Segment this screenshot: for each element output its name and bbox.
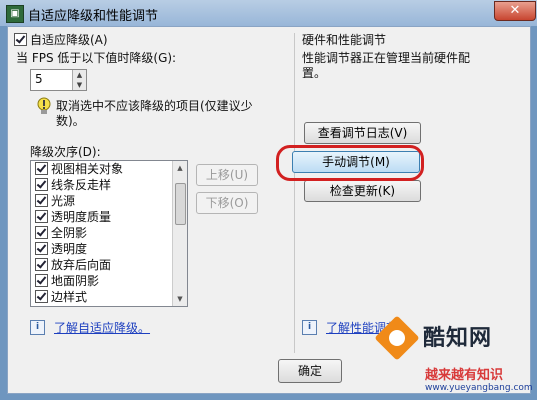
list-item[interactable]: 透明度: [31, 241, 187, 257]
close-button[interactable]: ✕: [494, 1, 536, 21]
list-item-label: 边样式: [51, 290, 88, 304]
list-item-label: 全阴影: [51, 226, 88, 240]
lightbulb-icon: [37, 97, 51, 114]
view-tuning-log-button[interactable]: 查看调节日志(V): [304, 122, 421, 144]
degradation-order-list[interactable]: 视图相关对象 线条反走样光源透明度质量全阴影透明度放弃后向面地面阴影边样式 ▲ ▼: [30, 160, 188, 307]
move-up-button[interactable]: 上移(U): [196, 164, 258, 186]
checkbox-checked-icon: [14, 33, 27, 46]
spinner-arrows[interactable]: ▲ ▼: [72, 70, 86, 90]
learn-adaptive-degradation-link[interactable]: 了解自适应降级。: [54, 319, 150, 336]
annotation-highlight-ring: [276, 145, 424, 181]
checkbox-checked-icon[interactable]: [35, 162, 48, 175]
status-text-line: 置。: [302, 66, 327, 80]
list-item-label: 线条反走样: [51, 178, 112, 192]
fps-threshold-label: 当 FPS 低于以下值时降级(G):: [16, 51, 177, 65]
degradation-order-label: 降级次序(D):: [30, 145, 101, 159]
window-title: 自适应降级和性能调节: [28, 9, 159, 24]
adaptive-degradation-checkbox[interactable]: 自适应降级(A): [14, 31, 108, 48]
list-item[interactable]: 光源: [31, 193, 187, 209]
watermark-logo-dot: [389, 330, 405, 346]
list-scrollbar[interactable]: ▲ ▼: [172, 161, 187, 306]
tip-text-line: 取消选中不应该降级的项目(仅建议少: [56, 99, 253, 113]
watermark-title: 酷知网: [423, 326, 493, 351]
list-item[interactable]: 全阴影: [31, 225, 187, 241]
watermark-url: www.yueyangbang.com: [425, 383, 533, 393]
list-item[interactable]: 地面阴影: [31, 273, 187, 289]
fps-spinner[interactable]: 5 ▲ ▼: [30, 69, 87, 91]
app-icon: ▣: [6, 5, 24, 23]
list-item-label: 视图相关对象: [51, 162, 124, 176]
checkbox-checked-icon[interactable]: [35, 258, 48, 271]
fps-value: 5: [35, 72, 43, 86]
list-item-label: 光源: [51, 194, 76, 208]
tip-text-line: 数)。: [56, 114, 85, 128]
scroll-down-icon[interactable]: ▼: [173, 292, 187, 306]
title-bar[interactable]: ▣ 自适应降级和性能调节 ✕: [0, 0, 537, 26]
scroll-thumb[interactable]: [175, 183, 186, 225]
list-item[interactable]: 透明度质量: [31, 209, 187, 225]
watermark: 酷知网 越来越有知识 www.yueyangbang.com: [285, 300, 537, 400]
info-icon: i: [30, 320, 45, 335]
spin-up-icon[interactable]: ▲: [73, 70, 86, 80]
list-item[interactable]: 视图相关对象: [31, 161, 187, 177]
tip-text: 取消选中不应该降级的项目(仅建议少 数)。: [56, 99, 253, 129]
list-item[interactable]: 放弃后向面: [31, 257, 187, 273]
watermark-subtitle: 越来越有知识: [425, 368, 504, 383]
checkbox-checked-icon[interactable]: [35, 178, 48, 191]
checkbox-checked-icon[interactable]: [35, 226, 48, 239]
list-item-label: 透明度: [51, 242, 88, 256]
scroll-up-icon[interactable]: ▲: [173, 161, 187, 175]
list-item[interactable]: 线条反走样: [31, 177, 187, 193]
checkbox-checked-icon[interactable]: [35, 242, 48, 255]
move-down-button[interactable]: 下移(O): [196, 192, 258, 214]
list-item-label: 地面阴影: [51, 274, 100, 288]
list-item[interactable]: 边样式: [31, 289, 187, 305]
adaptive-degradation-label: 自适应降级(A): [30, 33, 108, 47]
list-item-label: 透明度质量: [51, 210, 112, 224]
checkbox-checked-icon[interactable]: [35, 194, 48, 207]
status-text-line: 性能调节器正在管理当前硬件配: [302, 51, 471, 65]
checkbox-checked-icon[interactable]: [35, 210, 48, 223]
spin-down-icon[interactable]: ▼: [73, 80, 86, 90]
tuning-status-text: 性能调节器正在管理当前硬件配 置。: [302, 51, 470, 81]
checkbox-checked-icon[interactable]: [35, 290, 48, 303]
hardware-tuning-title: 硬件和性能调节: [302, 33, 387, 47]
checkbox-checked-icon[interactable]: [35, 274, 48, 287]
check-updates-button[interactable]: 检查更新(K): [304, 180, 421, 202]
list-item-label: 放弃后向面: [51, 258, 112, 272]
dialog-window: ▣ 自适应降级和性能调节 ✕ 自适应降级(A) 当 FPS 低于以下值时降级(G…: [0, 0, 537, 400]
